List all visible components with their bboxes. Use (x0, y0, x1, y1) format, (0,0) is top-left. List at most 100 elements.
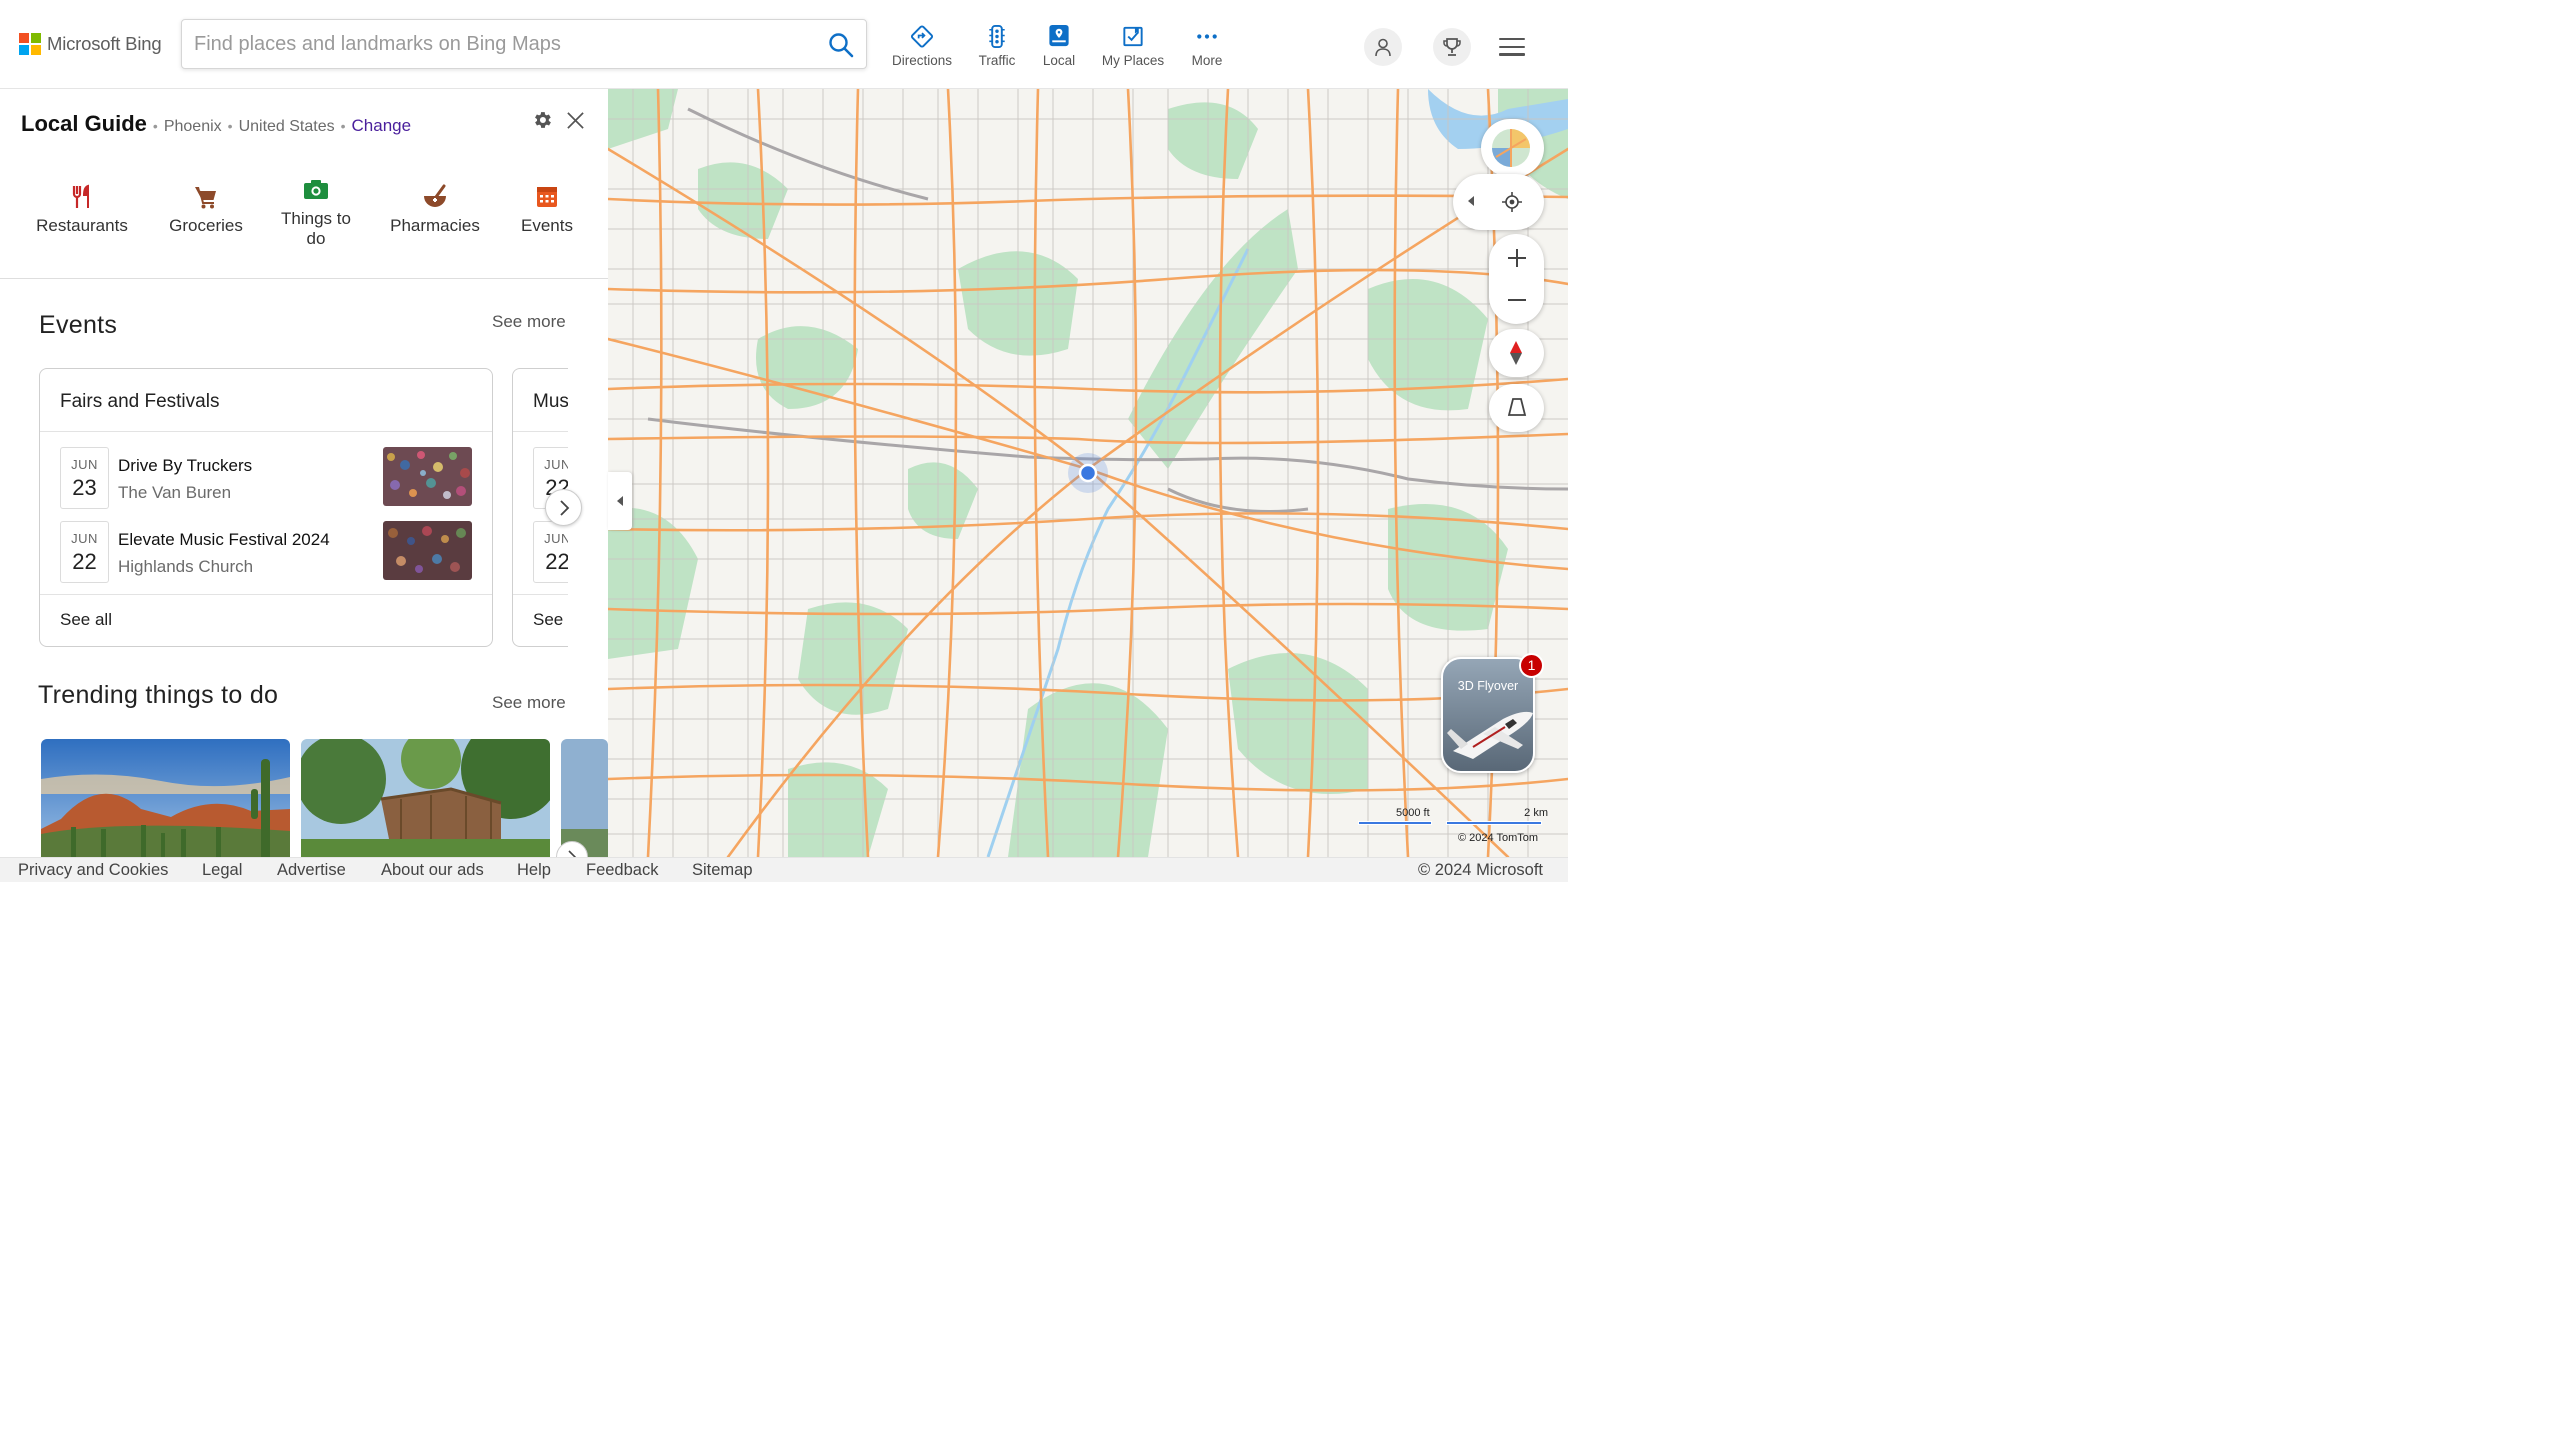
calendar-icon (537, 187, 557, 207)
map-scale: 5000 ft 2 km (1358, 806, 1548, 826)
footer-link-help[interactable]: Help (517, 861, 551, 880)
nav-traffic[interactable]: Traffic (975, 24, 1019, 68)
event-card-fairs-festivals: Fairs and Festivals JUN 23 Drive By Truc… (39, 368, 493, 647)
event-item[interactable]: JUN 22 Elevate Music Festival 2024 Highl… (60, 521, 480, 583)
category-label: Groceries (169, 216, 243, 235)
search-box (181, 19, 867, 69)
event-venue: The Van Buren (118, 483, 232, 502)
category-things-to-do[interactable]: Things to do (276, 177, 356, 249)
event-month: JUN (71, 531, 98, 546)
see-all-link[interactable]: See (533, 610, 563, 630)
see-all-link[interactable]: See all (60, 610, 112, 630)
nav-more[interactable]: More (1187, 24, 1227, 68)
change-location-link[interactable]: Change (352, 116, 412, 136)
nav-label: Local (1042, 53, 1076, 68)
directions-icon (910, 25, 934, 48)
scale-feet: 5000 ft (1396, 807, 1430, 819)
trending-card[interactable] (41, 739, 290, 857)
trending-image (301, 739, 550, 857)
events-see-more-link[interactable]: See more (492, 312, 566, 332)
close-icon[interactable] (566, 111, 585, 130)
event-day: 23 (72, 475, 97, 500)
events-section-title: Events (39, 311, 118, 339)
event-day: 22 (72, 549, 97, 574)
country-label: United States (238, 118, 335, 135)
nav-directions[interactable]: Directions (891, 24, 953, 68)
event-item[interactable]: JUN 23 Drive By Truckers The Van Buren (60, 447, 480, 509)
top-bar: Microsoft Bing Directions Traffic Local (0, 0, 1568, 89)
nav-label: Traffic (978, 53, 1016, 68)
menu-icon[interactable] (1499, 38, 1525, 58)
local-guide-panel: Local Guide • Phoenix • United States • … (0, 89, 608, 857)
map-style-icon (1492, 129, 1530, 167)
nav-my-places[interactable]: My Places (1100, 24, 1166, 68)
collapse-panel-button[interactable] (608, 472, 632, 530)
zoom-out-button[interactable] (1495, 278, 1539, 322)
chevron-right-icon (568, 850, 577, 857)
footer-copyright: © 2024 Microsoft (1418, 861, 1543, 879)
compass-button[interactable] (1489, 329, 1544, 377)
zoom-controls (1489, 234, 1544, 324)
event-date: JUN 23 (60, 447, 109, 509)
nav-local[interactable]: Local (1040, 24, 1078, 68)
locate-icon (1502, 192, 1522, 212)
footer-link-sitemap[interactable]: Sitemap (692, 861, 753, 880)
category-label: Restaurants (36, 216, 128, 235)
footer-link-about-ads[interactable]: About our ads (381, 861, 484, 880)
collapse-left-icon[interactable] (1467, 195, 1475, 207)
compass-icon (1510, 341, 1522, 365)
settings-icon[interactable] (531, 109, 553, 131)
event-venue: Highlands Church (118, 557, 254, 576)
events-next-button[interactable] (545, 489, 582, 526)
event-date: JUN 22 (60, 521, 109, 583)
trending-see-more-link[interactable]: See more (492, 693, 566, 713)
separator-dot: • (152, 118, 158, 134)
nav-label: Directions (891, 53, 953, 68)
category-events[interactable]: Events (514, 184, 580, 236)
local-guide-header: Local Guide • Phoenix • United States • … (21, 111, 411, 137)
3d-flyover-button[interactable]: 3D Flyover (1441, 657, 1535, 773)
locate-me-button[interactable] (1490, 180, 1534, 224)
minus-icon (1508, 299, 1526, 301)
account-button[interactable] (1364, 28, 1402, 66)
trending-image (561, 739, 608, 857)
map-canvas[interactable]: 3D Flyover 1 5000 ft 2 km © 2024 TomTom (608, 89, 1568, 857)
search-icon[interactable] (828, 32, 854, 58)
more-icon (1197, 34, 1217, 39)
bing-logo[interactable]: Microsoft Bing (19, 33, 162, 55)
panel-title: Local Guide (21, 111, 147, 136)
my-places-icon (1123, 26, 1143, 47)
footer-link-feedback[interactable]: Feedback (586, 861, 658, 880)
event-name: Drive By Truckers (118, 456, 253, 475)
plus-icon (1508, 249, 1526, 267)
logo-text: Microsoft Bing (47, 33, 162, 54)
microsoft-logo-icon (19, 33, 41, 55)
footer-link-privacy[interactable]: Privacy and Cookies (18, 861, 168, 880)
scale-km: 2 km (1524, 807, 1548, 819)
event-card-heading[interactable]: Mus (533, 391, 569, 413)
event-card-heading[interactable]: Fairs and Festivals (60, 391, 219, 413)
airplane-icon (1447, 711, 1533, 759)
separator-dot: • (227, 118, 233, 134)
traffic-icon (989, 24, 1005, 49)
trophy-icon (1443, 38, 1461, 56)
divider (40, 594, 492, 595)
flyover-badge: 1 (1519, 653, 1544, 678)
trending-card[interactable] (561, 739, 608, 857)
category-pharmacies[interactable]: Pharmacies (388, 184, 482, 236)
footer-link-legal[interactable]: Legal (202, 861, 242, 880)
footer-link-advertise[interactable]: Advertise (277, 861, 346, 880)
local-icon (1049, 24, 1069, 47)
chevron-right-icon (559, 499, 569, 516)
zoom-in-button[interactable] (1495, 236, 1539, 280)
cart-icon (195, 187, 216, 209)
category-restaurants[interactable]: Restaurants (34, 184, 130, 236)
rewards-button[interactable] (1433, 28, 1471, 66)
user-icon (1375, 38, 1391, 57)
search-input[interactable] (194, 30, 814, 58)
map-style-selector[interactable] (1481, 119, 1544, 177)
nav-label: More (1191, 53, 1223, 68)
trending-card[interactable] (301, 739, 550, 857)
category-groceries[interactable]: Groceries (166, 184, 246, 236)
tilt-button[interactable] (1489, 384, 1544, 432)
